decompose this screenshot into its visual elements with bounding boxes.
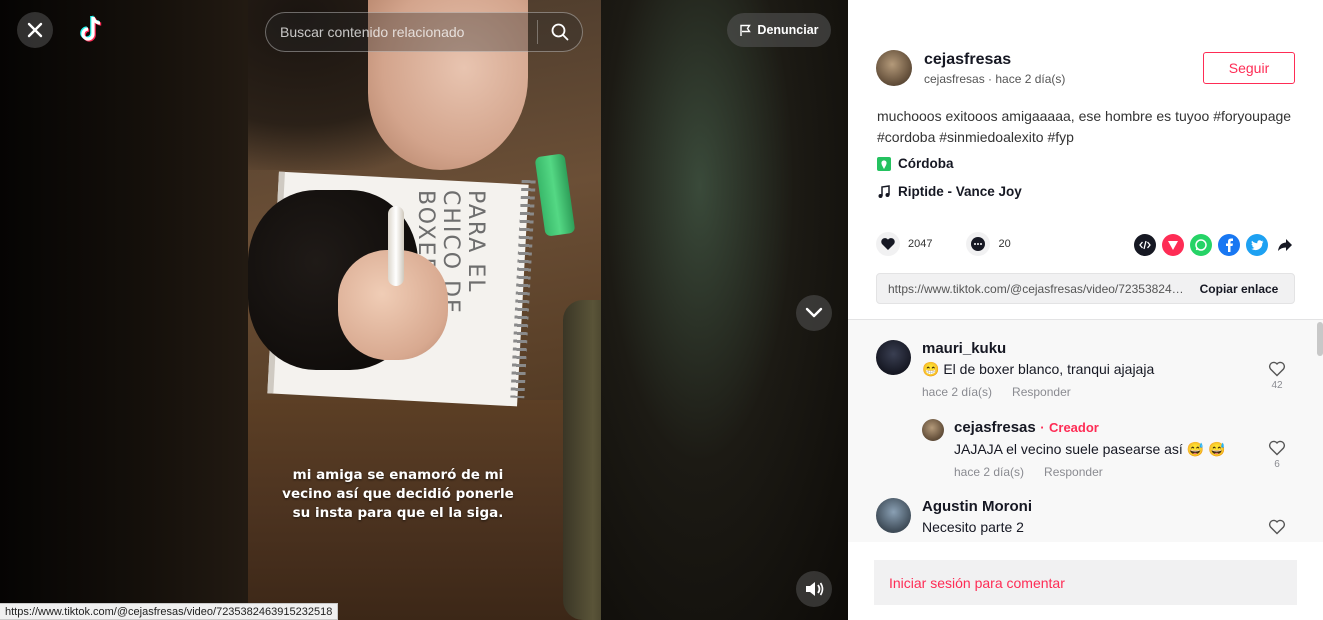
- whatsapp-icon: [1195, 239, 1207, 251]
- report-label: Denunciar: [757, 23, 819, 37]
- video-blur-left: [0, 0, 248, 620]
- share-buttons: [1134, 234, 1296, 256]
- comment-time: hace 2 día(s): [922, 385, 993, 399]
- embed-code-icon: [1139, 240, 1151, 250]
- post-location[interactable]: Córdoba: [877, 156, 954, 171]
- heart-outline-icon: [1268, 361, 1286, 377]
- video-pen: [388, 206, 404, 286]
- comment-avatar[interactable]: [876, 498, 911, 533]
- twitter-icon: [1250, 239, 1263, 250]
- comment-bubble-icon: [971, 237, 986, 251]
- comment-username[interactable]: Agustin Moroni: [922, 498, 1306, 515]
- close-icon: [27, 22, 43, 38]
- engagement-stats: 2047 20: [876, 232, 1011, 256]
- search-button[interactable]: [538, 13, 582, 51]
- author-info[interactable]: cejasfresas cejasfresas · hace 2 día(s): [876, 50, 1065, 86]
- author-avatar[interactable]: [876, 50, 912, 86]
- twitter-share-button[interactable]: [1246, 234, 1268, 256]
- location-label: Córdoba: [898, 156, 954, 171]
- author-username[interactable]: cejasfresas: [924, 51, 1065, 69]
- report-button[interactable]: Denunciar: [727, 13, 831, 47]
- comment-body: El de boxer blanco, tranqui ajajaja: [943, 361, 1155, 377]
- music-note-icon: [878, 184, 890, 198]
- volume-icon: [806, 582, 824, 596]
- reply-avatar[interactable]: [922, 419, 944, 441]
- details-panel: cejasfresas cejasfresas · hace 2 día(s) …: [848, 0, 1323, 620]
- reply-button[interactable]: Responder: [1044, 465, 1103, 479]
- video-stage: PARA EL CHICO DE BOXER mi amiga se enamo…: [0, 0, 848, 620]
- like-count: 2047: [908, 238, 933, 250]
- copy-link-box: https://www.tiktok.com/@cejasfresas/vide…: [876, 273, 1295, 304]
- comment-username[interactable]: mauri_kuku: [922, 340, 1306, 357]
- reply-button[interactable]: Responder: [1012, 385, 1071, 399]
- video-url-text[interactable]: https://www.tiktok.com/@cejasfresas/vide…: [877, 282, 1184, 296]
- comment-item: mauri_kuku 😁 El de boxer blanco, tranqui…: [876, 340, 1306, 399]
- comments-scrollbar[interactable]: [1317, 322, 1323, 356]
- creator-badge: Creador: [1049, 420, 1099, 435]
- follow-button[interactable]: Seguir: [1203, 52, 1295, 84]
- comment-emoji: 😁: [922, 361, 940, 377]
- reply-text: JAJAJA el vecino suele pasearse así 😅 😅: [954, 441, 1226, 457]
- comment-reply-item: cejasfresas · Creador JAJAJA el vecino s…: [922, 419, 1307, 479]
- comment-like[interactable]: 42: [1267, 361, 1287, 391]
- comment-like-count: 42: [1271, 380, 1283, 391]
- reply-like[interactable]: 6: [1267, 440, 1287, 470]
- heart-outline-icon: [1268, 440, 1286, 456]
- send-arrow-icon: [1168, 241, 1178, 250]
- comment-avatar[interactable]: [876, 340, 911, 375]
- tiktok-logo-icon[interactable]: [76, 14, 106, 46]
- comments-list[interactable]: mauri_kuku 😁 El de boxer blanco, tranqui…: [848, 320, 1323, 542]
- whatsapp-share-button[interactable]: [1190, 234, 1212, 256]
- copy-link-button[interactable]: Copiar enlace: [1184, 282, 1294, 296]
- comment-text: 😁 El de boxer blanco, tranqui ajajaja: [922, 361, 1306, 378]
- comment-text: Necesito parte 2: [922, 519, 1024, 535]
- more-share-button[interactable]: [1274, 234, 1296, 256]
- video-caption: mi amiga se enamoró de mi vecino así que…: [282, 467, 514, 521]
- video-highlighter: [534, 153, 576, 237]
- close-button[interactable]: [17, 12, 53, 48]
- comment-item: Agustin Moroni Necesito parte 2: [876, 498, 1306, 535]
- facebook-share-button[interactable]: [1218, 234, 1240, 256]
- flag-icon: [740, 24, 752, 36]
- send-to-friends-button[interactable]: [1162, 234, 1184, 256]
- comment-button[interactable]: [966, 232, 991, 256]
- video-jar: [563, 300, 601, 620]
- login-to-comment-button[interactable]: Iniciar sesión para comentar: [874, 560, 1297, 605]
- music-label: Riptide - Vance Joy: [898, 184, 1022, 199]
- next-video-button[interactable]: [796, 295, 832, 331]
- status-bar-url: https://www.tiktok.com/@cejasfresas/vide…: [0, 603, 339, 620]
- comment-like[interactable]: [1267, 519, 1287, 538]
- author-subline: cejasfresas · hace 2 día(s): [924, 71, 1066, 86]
- post-description: muchooos exitooos amigaaaaa, ese hombre …: [877, 108, 1292, 145]
- chevron-down-icon: [805, 307, 823, 318]
- search-icon: [551, 23, 569, 41]
- heart-outline-icon: [1268, 519, 1286, 535]
- like-button[interactable]: [876, 232, 900, 256]
- post-music[interactable]: Riptide - Vance Joy: [877, 184, 1022, 199]
- reply-username[interactable]: cejasfresas: [954, 419, 1036, 436]
- video-frame[interactable]: PARA EL CHICO DE BOXER mi amiga se enamo…: [248, 0, 601, 620]
- embed-button[interactable]: [1134, 234, 1156, 256]
- heart-icon: [881, 238, 895, 250]
- volume-button[interactable]: [796, 571, 832, 607]
- related-search-input[interactable]: [266, 13, 537, 51]
- share-arrow-icon: [1278, 239, 1292, 251]
- reply-like-count: 6: [1274, 459, 1280, 470]
- reply-time: hace 2 día(s): [954, 465, 1025, 479]
- comment-count: 20: [998, 238, 1011, 250]
- location-pin-icon: [877, 156, 891, 171]
- related-search-bar: [265, 12, 583, 52]
- facebook-icon: [1226, 238, 1233, 252]
